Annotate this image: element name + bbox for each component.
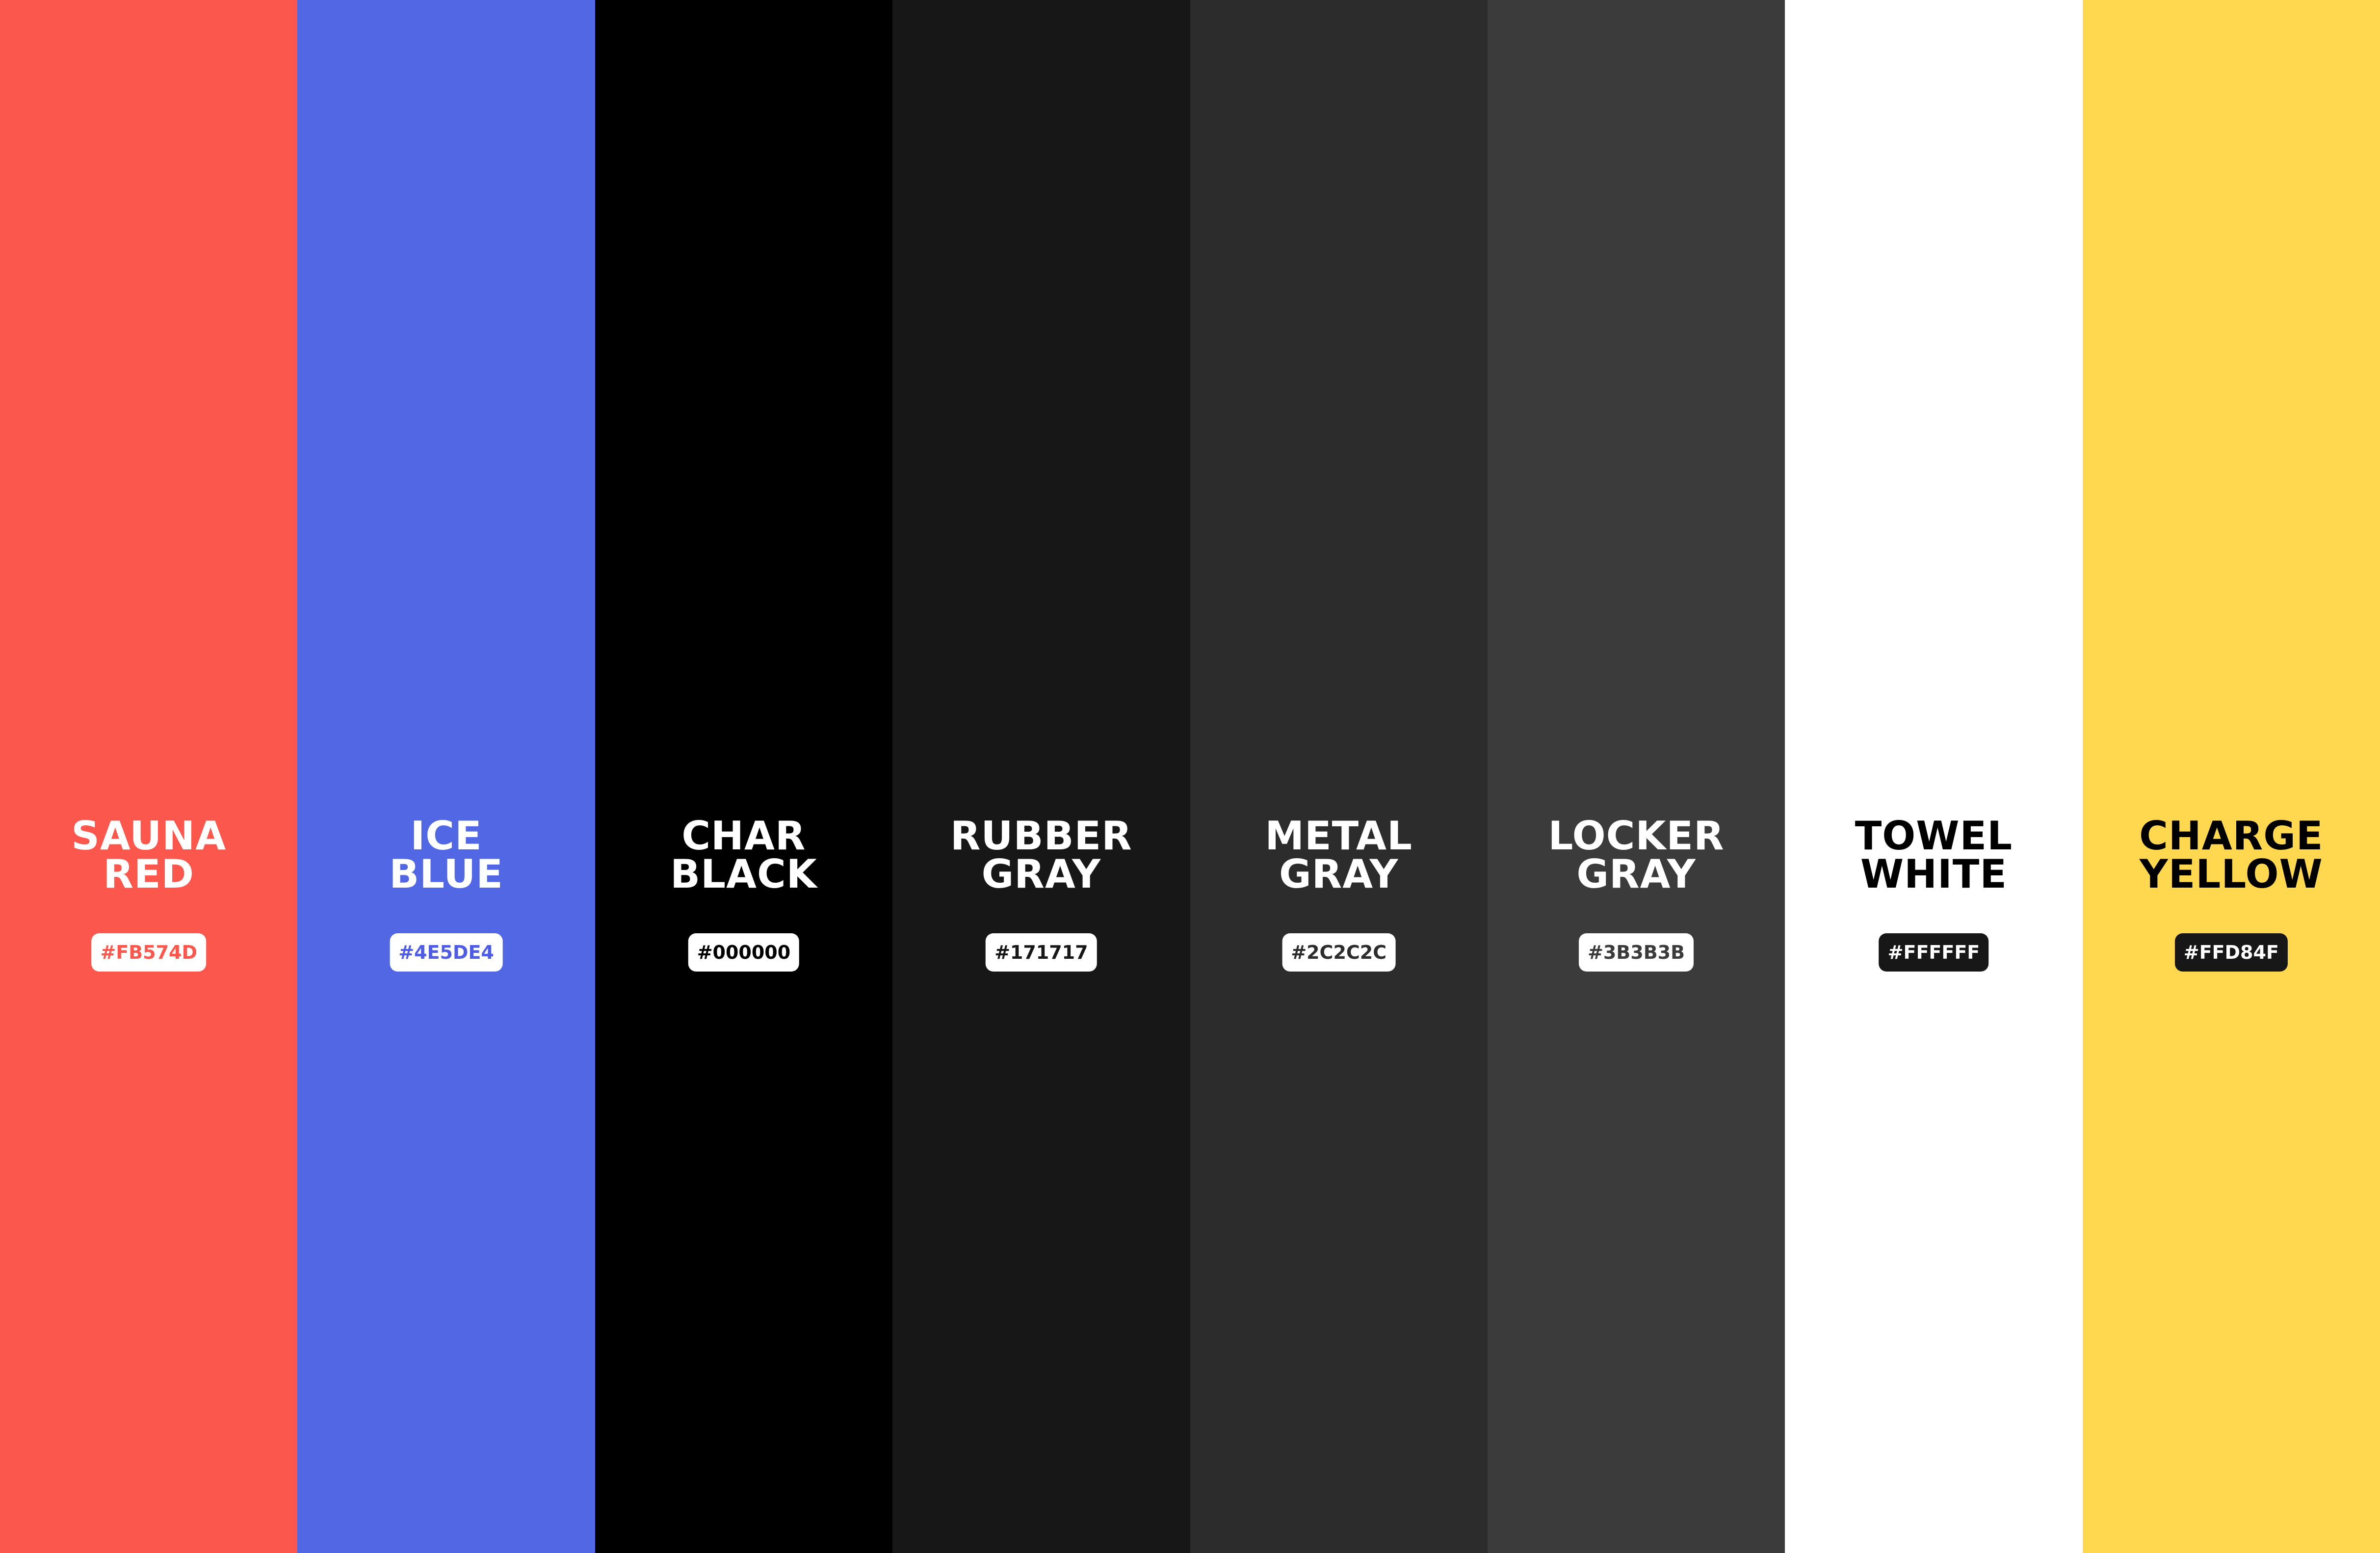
swatch-name: ICE BLUE xyxy=(297,813,595,897)
swatch-name-line1: ICE xyxy=(410,813,482,859)
swatch-name-line1: CHAR xyxy=(681,813,806,859)
swatch-name-line2: BLACK xyxy=(670,851,817,897)
hex-code-badge: #FFD84F xyxy=(2174,933,2288,972)
swatch-name-line1: METAL xyxy=(1265,813,1412,859)
color-palette: SAUNA RED #FB574D ICE BLUE #4E5DE4 CHAR … xyxy=(0,0,2380,1553)
swatch-name: CHARGE YELLOW xyxy=(2083,813,2380,897)
swatch-name: LOCKER GRAY xyxy=(1488,813,1785,897)
swatch-name-line2: GRAY xyxy=(1279,851,1399,897)
swatch-name-line1: RUBBER xyxy=(950,813,1132,859)
swatch-name: CHAR BLACK xyxy=(595,813,892,897)
swatch-name: TOWEL WHITE xyxy=(1785,813,2082,897)
swatch-locker-gray: LOCKER GRAY #3B3B3B xyxy=(1487,0,1785,1553)
swatch-name-line1: TOWEL xyxy=(1855,813,2013,859)
swatch-name: METAL GRAY xyxy=(1190,813,1488,897)
swatch-charge-yellow: CHARGE YELLOW #FFD84F xyxy=(2082,0,2380,1553)
swatch-name: SAUNA RED xyxy=(0,813,297,897)
swatch-name-line1: LOCKER xyxy=(1548,813,1725,859)
swatch-sauna-red: SAUNA RED #FB574D xyxy=(0,0,298,1553)
hex-code-badge: #171717 xyxy=(986,933,1097,972)
hex-code-badge: #4E5DE4 xyxy=(390,933,503,972)
swatch-char-black: CHAR BLACK #000000 xyxy=(595,0,893,1553)
swatch-name-line1: CHARGE xyxy=(2139,813,2324,859)
swatch-name-line2: WHITE xyxy=(1860,851,2008,897)
swatch-metal-gray: METAL GRAY #2C2C2C xyxy=(1190,0,1488,1553)
swatch-name-line2: GRAY xyxy=(1576,851,1696,897)
swatch-name-line2: YELLOW xyxy=(2139,851,2323,897)
hex-code-badge: #000000 xyxy=(688,933,800,972)
swatch-rubber-gray: RUBBER GRAY #171717 xyxy=(892,0,1190,1553)
swatch-name-line1: SAUNA xyxy=(71,813,227,859)
hex-code-badge: #FFFFFF xyxy=(1879,933,1989,972)
swatch-name-line2: RED xyxy=(103,851,195,897)
hex-code-badge: #3B3B3B xyxy=(1579,933,1694,972)
swatch-towel-white: TOWEL WHITE #FFFFFF xyxy=(1785,0,2083,1553)
swatch-name-line2: BLUE xyxy=(389,851,503,897)
hex-code-badge: #2C2C2C xyxy=(1282,933,1396,972)
swatch-name: RUBBER GRAY xyxy=(892,813,1190,897)
swatch-ice-blue: ICE BLUE #4E5DE4 xyxy=(297,0,595,1553)
hex-code-badge: #FB574D xyxy=(91,933,207,972)
swatch-name-line2: GRAY xyxy=(981,851,1101,897)
